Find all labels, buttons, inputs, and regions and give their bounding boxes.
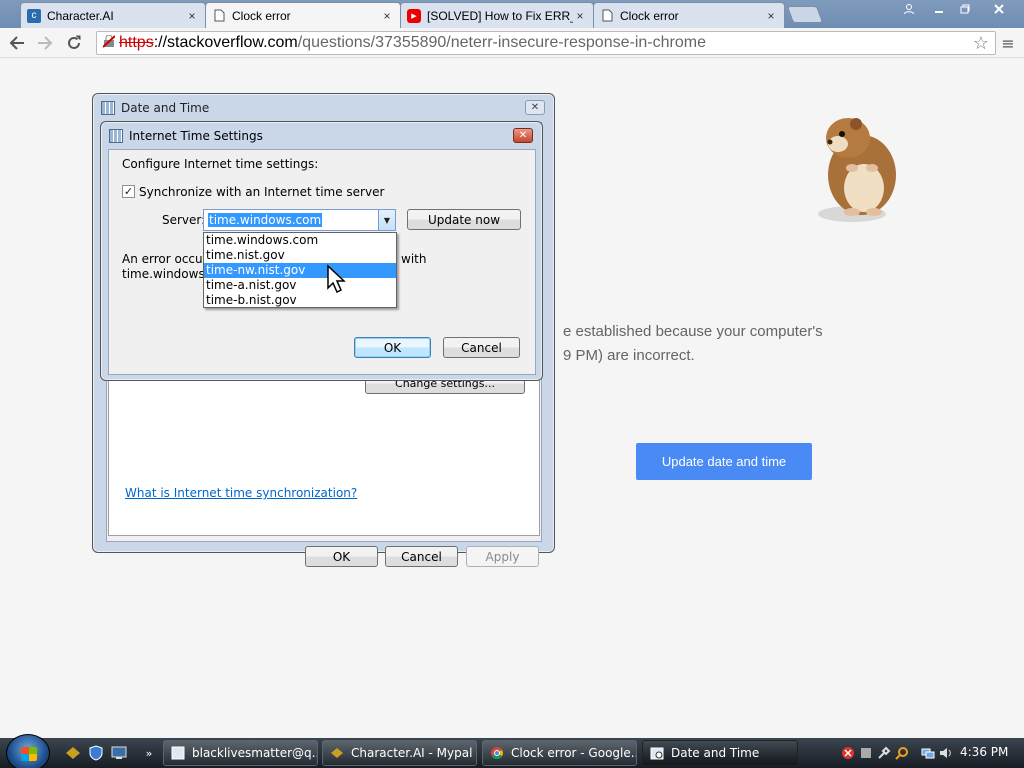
tab-character-ai[interactable]: c Character.AI × xyxy=(20,2,206,28)
reload-icon[interactable] xyxy=(63,32,85,54)
server-label: Server: xyxy=(162,213,206,227)
profile-icon[interactable] xyxy=(896,0,922,18)
restore-icon[interactable] xyxy=(952,0,978,18)
calendar-icon xyxy=(101,101,115,115)
window-icon xyxy=(170,745,186,761)
close-icon[interactable]: × xyxy=(185,9,199,23)
server-value[interactable]: time.windows.com xyxy=(208,213,323,227)
tab-page-internet-time: Change settings... What is Internet time… xyxy=(108,373,540,536)
update-now-button[interactable]: Update now xyxy=(407,209,521,230)
url-host: ://stackoverflow.com xyxy=(153,34,298,51)
mypal-icon xyxy=(329,745,345,761)
tab-strip: c Character.AI × Clock error × ▶ [SOLVED… xyxy=(0,0,1024,28)
tab-clock-error-2[interactable]: Clock error × xyxy=(593,2,785,28)
dialog-title: Internet Time Settings xyxy=(129,129,263,143)
chrome-icon xyxy=(489,745,505,761)
windows-logo-icon xyxy=(21,747,37,761)
taskbar-button-label: Date and Time xyxy=(671,746,760,760)
server-option[interactable]: time-b.nist.gov xyxy=(204,293,396,308)
server-dropdown-list[interactable]: time.windows.com time.nist.gov time-nw.n… xyxy=(203,232,397,308)
server-option[interactable]: time.windows.com xyxy=(204,233,396,248)
update-date-and-time-button[interactable]: Update date and time xyxy=(636,443,812,480)
cancel-button[interactable]: Cancel xyxy=(443,337,520,358)
windows-taskbar: » blacklivesmatter@q... Character.AI - M… xyxy=(0,734,1024,768)
tray-settings-icon[interactable] xyxy=(876,745,892,761)
tray-volume-icon[interactable] xyxy=(938,745,954,761)
taskbar-button-label: Character.AI - Mypal xyxy=(351,746,473,760)
clock-icon xyxy=(649,745,665,761)
error-message-line: e established because your computer's xyxy=(563,323,823,340)
ok-button[interactable]: OK xyxy=(305,546,378,567)
quick-launch-shield-icon[interactable] xyxy=(87,745,105,761)
close-icon[interactable]: × xyxy=(380,9,394,23)
taskbar-button-label: Clock error - Google... xyxy=(511,746,637,760)
server-option[interactable]: time-a.nist.gov xyxy=(204,278,396,293)
sync-checkbox[interactable]: ✓ xyxy=(122,185,135,198)
tab-youtube-solved[interactable]: ▶ [SOLVED] How to Fix ERR_ × xyxy=(400,2,594,28)
error-message-line: 9 PM) are incorrect. xyxy=(563,347,695,364)
error-text-line: An error occurr xyxy=(122,252,213,266)
close-icon[interactable]: × xyxy=(573,9,587,23)
forward-arrow-icon[interactable] xyxy=(34,32,56,54)
tab-title: Character.AI xyxy=(47,8,114,23)
configure-heading: Configure Internet time settings: xyxy=(122,157,319,171)
tab-clock-error-active[interactable]: Clock error × xyxy=(205,2,401,28)
quick-launch-mypal-icon[interactable] xyxy=(64,745,82,761)
tray-network-icon[interactable] xyxy=(920,745,936,761)
bookmark-star-icon[interactable]: ☆ xyxy=(973,33,989,54)
hamster-mascot-image xyxy=(818,118,896,222)
url-scheme: https xyxy=(119,34,154,51)
browser-toolbar: https ://stackoverflow.com /questions/37… xyxy=(0,28,1024,58)
address-bar[interactable]: https ://stackoverflow.com /questions/37… xyxy=(96,31,996,55)
url-path: /questions/37355890/neterr-insecure-resp… xyxy=(297,34,706,51)
tray-search-icon[interactable] xyxy=(894,745,910,761)
error-text-line: with xyxy=(401,252,427,266)
calendar-icon xyxy=(109,129,123,143)
server-combobox[interactable]: time.windows.com ▼ xyxy=(203,209,396,231)
taskbar-button[interactable]: Clock error - Google... xyxy=(482,740,637,766)
sync-checkbox-label[interactable]: Synchronize with an Internet time server xyxy=(139,185,384,199)
tab-title: Clock error xyxy=(232,8,291,23)
taskbar-button-active[interactable]: Date and Time xyxy=(642,740,798,766)
close-icon[interactable]: × xyxy=(764,9,778,23)
character-ai-icon: c xyxy=(27,8,41,23)
start-button[interactable] xyxy=(6,734,50,768)
close-icon[interactable]: ✕ xyxy=(513,128,533,143)
close-window-icon[interactable] xyxy=(984,0,1014,18)
youtube-icon: ▶ xyxy=(407,8,421,23)
error-message: e established because your computer's 9 … xyxy=(563,320,823,368)
tab-title: [SOLVED] How to Fix ERR_ xyxy=(427,8,573,23)
page-icon xyxy=(600,9,614,23)
minimize-icon[interactable] xyxy=(926,0,952,18)
quick-launch-desktop-icon[interactable] xyxy=(110,745,128,761)
apply-button[interactable]: Apply xyxy=(466,546,539,567)
error-text-line: time.windows.c xyxy=(122,267,216,281)
taskbar-clock[interactable]: 4:36 PM xyxy=(960,745,1008,759)
tray-app-icon[interactable] xyxy=(858,745,874,761)
back-arrow-icon[interactable] xyxy=(6,32,28,54)
page-icon xyxy=(212,9,226,23)
taskbar-button[interactable]: blacklivesmatter@q... xyxy=(163,740,318,766)
mouse-pointer-icon xyxy=(327,264,346,294)
new-tab-button[interactable] xyxy=(786,6,824,23)
help-link[interactable]: What is Internet time synchronization? xyxy=(125,486,357,500)
ok-button[interactable]: OK xyxy=(354,337,431,358)
close-icon[interactable]: ✕ xyxy=(525,100,545,115)
tray-error-icon[interactable] xyxy=(840,745,856,761)
taskbar-button[interactable]: Character.AI - Mypal xyxy=(322,740,477,766)
quick-launch-overflow-icon[interactable]: » xyxy=(140,745,158,761)
dropdown-arrow-icon[interactable]: ▼ xyxy=(378,210,395,230)
chrome-menu-icon[interactable]: ≡ xyxy=(1000,34,1016,53)
dialog-title: Date and Time xyxy=(121,101,210,115)
cancel-button[interactable]: Cancel xyxy=(385,546,458,567)
taskbar-button-label: blacklivesmatter@q... xyxy=(192,746,318,760)
server-option-highlighted[interactable]: time-nw.nist.gov xyxy=(204,263,396,278)
tab-title: Clock error xyxy=(620,8,679,23)
server-option[interactable]: time.nist.gov xyxy=(204,248,396,263)
insecure-lock-icon xyxy=(102,34,119,51)
